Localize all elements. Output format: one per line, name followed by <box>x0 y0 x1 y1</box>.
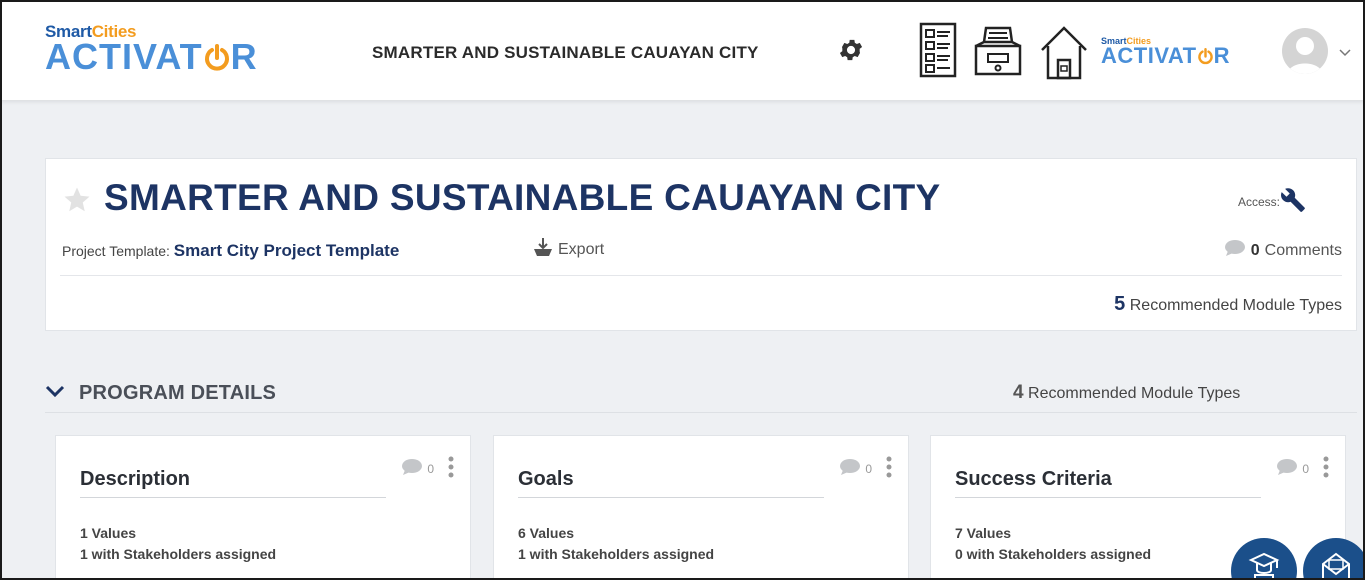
card-comment-count: 0 <box>1302 461 1309 476</box>
header-project-title: SMARTER AND SUSTAINABLE CAUAYAN CITY <box>372 43 759 62</box>
card-comments[interactable]: 0 <box>839 458 872 479</box>
power-icon <box>203 36 231 77</box>
user-avatar[interactable] <box>1282 28 1328 74</box>
template-link[interactable]: Smart City Project Template <box>174 241 399 260</box>
card-values: 1 Values 1 with Stakeholders assigned <box>80 523 276 565</box>
module-card-title: Success Criteria <box>955 468 1112 490</box>
home-icon[interactable] <box>1038 22 1090 85</box>
logo-small-wordmark: ACTIVAT R <box>1101 43 1230 68</box>
wrench-icon[interactable] <box>1280 187 1306 218</box>
logo-wordmark-pre: ACTIVAT <box>45 36 203 77</box>
comments-label: Comments <box>1264 241 1342 259</box>
chevron-down-icon[interactable] <box>1339 44 1351 62</box>
graduate-icon <box>1247 550 1281 580</box>
comment-bubble-icon <box>1276 458 1298 479</box>
section-recommended-label: Recommended Module Types <box>1028 385 1241 402</box>
project-template-row: Project Template: Smart City Project Tem… <box>62 241 399 261</box>
module-card-goals[interactable]: Goals 0 6 Values 1 with Stakeholders ass… <box>493 435 909 580</box>
comment-bubble-icon <box>1224 239 1246 262</box>
card-comment-count: 0 <box>865 461 872 476</box>
section-recommended-count: 4 <box>1013 382 1024 403</box>
settings-gear-icon[interactable] <box>837 36 865 64</box>
checklist-icon[interactable] <box>918 22 958 83</box>
chevron-down-icon <box>45 384 65 403</box>
envelope-icon <box>1319 550 1353 580</box>
values-line: 6 Values <box>518 525 575 541</box>
project-title: SMARTER AND SUSTAINABLE CAUAYAN CITY <box>104 177 941 218</box>
kebab-menu-icon[interactable] <box>448 456 454 483</box>
top-header: SmartCities ACTIVAT R SMARTER AND SUSTAIN… <box>0 0 1365 100</box>
section-divider <box>45 412 1357 413</box>
comments-count: 0 <box>1250 241 1260 259</box>
export-label: Export <box>558 240 605 258</box>
comment-bubble-icon <box>401 458 423 479</box>
logo-small-wordmark-post: R <box>1213 43 1230 68</box>
card-comments[interactable]: 0 <box>401 458 434 479</box>
smart-cities-activator-logo-small[interactable]: SmartCities ACTIVAT R <box>1101 36 1230 68</box>
card-values: 7 Values 0 with Stakeholders assigned <box>955 523 1151 565</box>
module-card-title: Goals <box>518 468 574 490</box>
recommended-module-types[interactable]: 5 Recommended Module Types <box>1114 293 1342 316</box>
export-button[interactable]: Export <box>532 237 604 262</box>
access-label: Access: <box>1237 195 1280 209</box>
values-line: 1 Values <box>80 525 137 541</box>
logo-wordmark-post: R <box>230 36 258 77</box>
project-summary-card: SMARTER AND SUSTAINABLE CAUAYAN CITY Acc… <box>45 158 1357 331</box>
card-title-underline <box>80 497 386 498</box>
kebab-menu-icon[interactable] <box>886 456 892 483</box>
section-title: PROGRAM DETAILS <box>79 382 277 404</box>
recommended-label: Recommended Module Types <box>1129 297 1342 314</box>
stakeholders-line: 0 with Stakeholders assigned <box>955 546 1152 562</box>
card-values: 6 Values 1 with Stakeholders assigned <box>518 523 714 565</box>
logo-wordmark: ACTIVAT R <box>45 39 258 75</box>
stakeholders-line: 1 with Stakeholders assigned <box>80 546 277 562</box>
program-details-toggle[interactable]: PROGRAM DETAILS <box>45 382 276 405</box>
section-recommended-module-types[interactable]: 4 Recommended Module Types <box>1013 382 1240 404</box>
recommended-count: 5 <box>1114 293 1126 315</box>
logo-small-wordmark-pre: ACTIVAT <box>1101 43 1197 68</box>
export-icon <box>532 237 554 262</box>
comment-bubble-icon <box>839 458 861 479</box>
card-comments[interactable]: 0 <box>1276 458 1309 479</box>
module-card-description[interactable]: Description 0 1 Values 1 with Stakeholde… <box>55 435 471 580</box>
values-line: 7 Values <box>955 525 1012 541</box>
divider <box>60 275 1342 276</box>
stakeholders-line: 1 with Stakeholders assigned <box>518 546 715 562</box>
template-label: Project Template: <box>62 243 170 259</box>
module-card-title: Description <box>80 468 191 490</box>
comments-link[interactable]: 0 Comments <box>1224 239 1342 262</box>
card-title-underline <box>518 497 824 498</box>
smart-cities-activator-logo[interactable]: SmartCities ACTIVAT R <box>45 22 258 75</box>
inbox-tray-icon[interactable] <box>972 22 1028 83</box>
card-comment-count: 0 <box>427 461 434 476</box>
kebab-menu-icon[interactable] <box>1323 456 1329 483</box>
card-title-underline <box>955 497 1261 498</box>
power-icon <box>1197 43 1214 68</box>
favorite-star-icon[interactable] <box>62 185 92 220</box>
